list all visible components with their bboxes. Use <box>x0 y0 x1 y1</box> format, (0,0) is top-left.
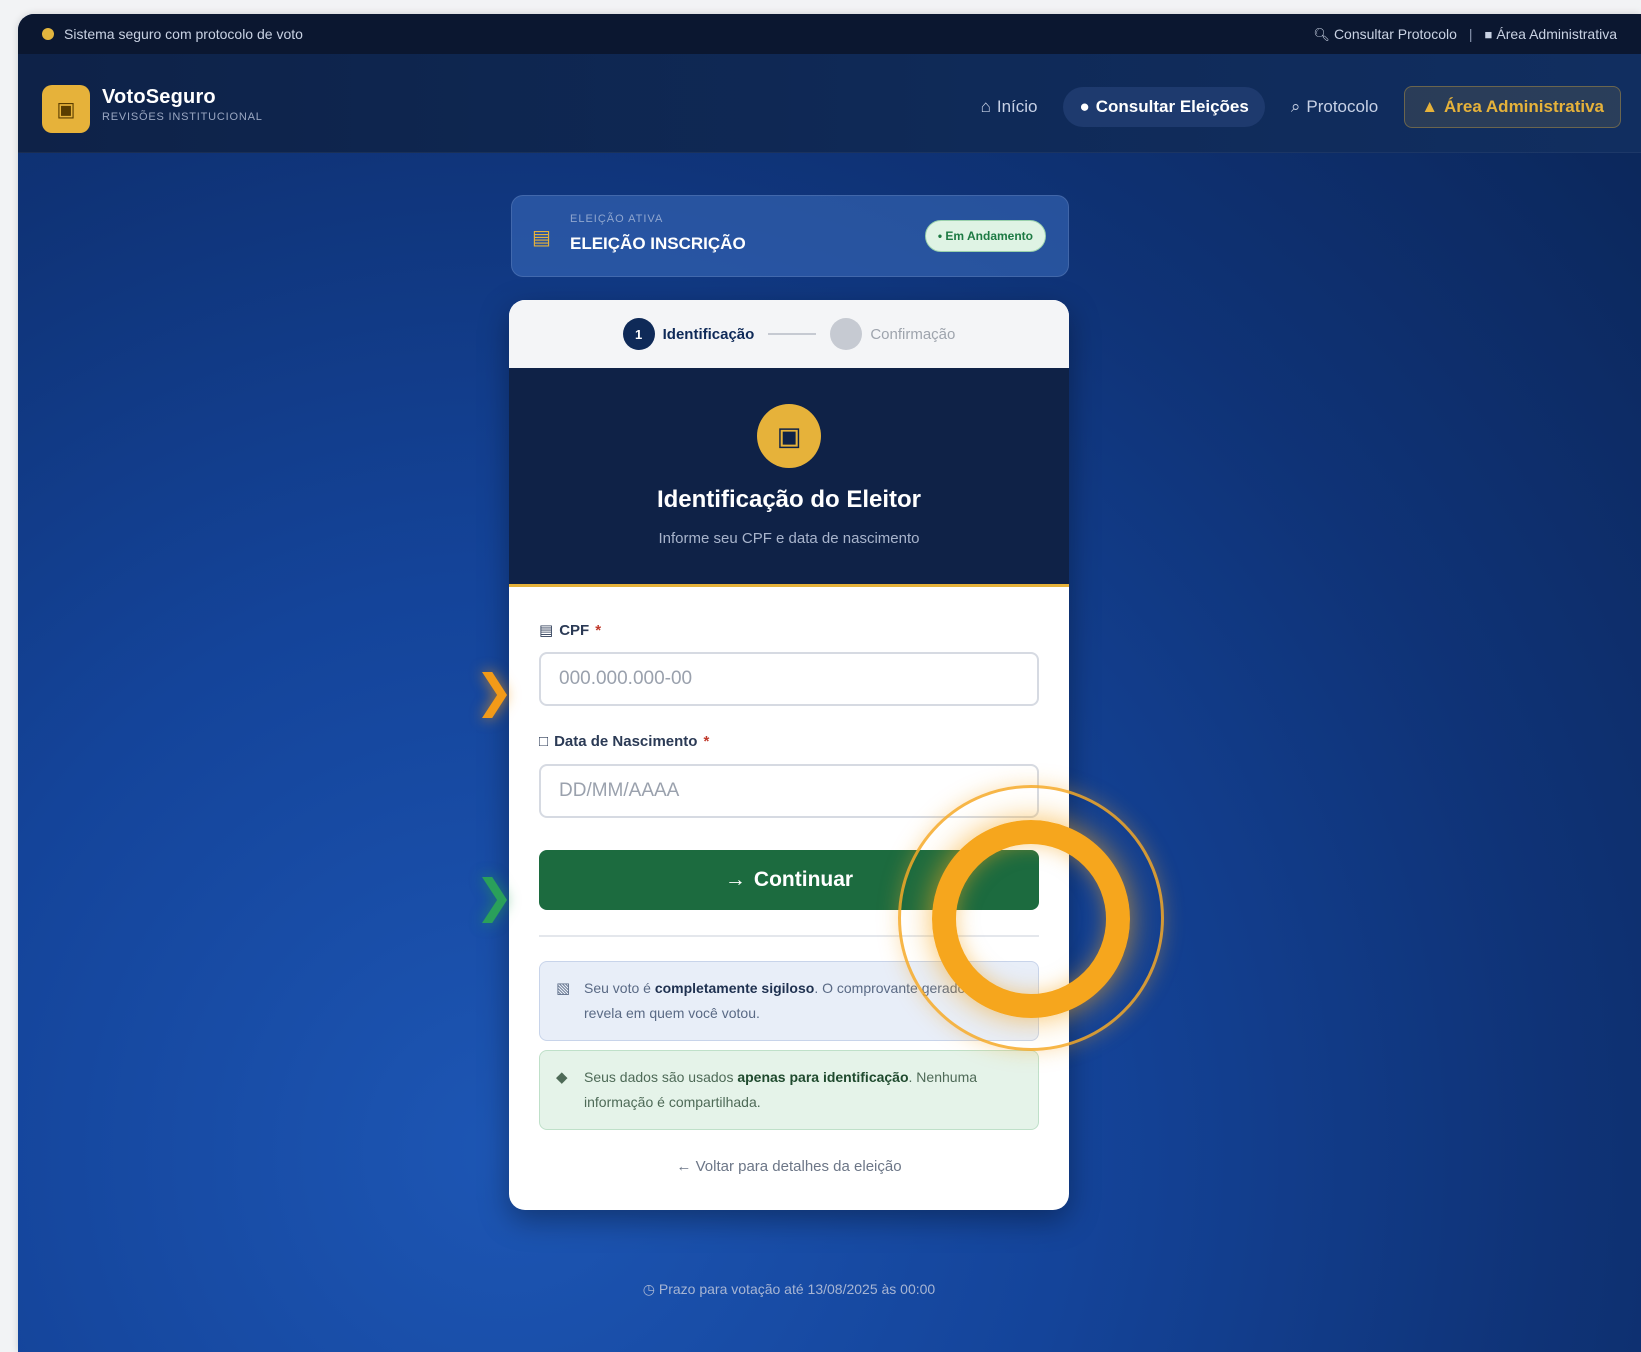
privacy-note-bold: apenas para identificação <box>737 1069 909 1085</box>
security-notice: Sistema seguro com protocolo de voto <box>18 26 303 42</box>
election-banner: ▤ ELEIÇÃO ATIVA ELEIÇÃO INSCRIÇÃO • Em A… <box>511 195 1069 277</box>
nav-protocol-label: Protocolo <box>1306 97 1379 116</box>
shield-icon: ◆ <box>556 1069 568 1086</box>
brand-subtitle: REVISÕES INSTITUCIONAL <box>102 111 263 123</box>
cpf-input[interactable] <box>539 652 1039 706</box>
main-nav: ⌂ Início ● Consultar Eleições ⌕ Protocolo ▲… <box>965 86 1621 128</box>
arrow-left-icon: ← <box>676 1158 692 1175</box>
security-notice-text: Sistema seguro com protocolo de voto <box>64 26 303 42</box>
lock-icon: ▧ <box>556 980 571 997</box>
consult-protocol-link[interactable]: 🔍︎ Consultar Protocolo <box>1313 26 1456 43</box>
secrecy-note-text: Seu voto é <box>584 980 655 996</box>
cpf-label: ▤ CPF * <box>539 621 602 640</box>
id-card-icon: ▣ <box>757 404 821 468</box>
pin-icon: ● <box>1079 97 1090 116</box>
arrow-right-icon: → <box>724 868 746 891</box>
secrecy-note-bold: completamente sigiloso <box>654 980 815 996</box>
brand[interactable]: VotoSeguro REVISÕES INSTITUCIONAL <box>102 86 263 123</box>
nav-admin-label: Área Administrativa <box>1444 97 1604 116</box>
card-title: Identificação do Eleitor <box>656 486 922 513</box>
step-label: Confirmação <box>870 325 956 343</box>
nav-protocol[interactable]: ⌕ Protocolo <box>1275 87 1394 127</box>
election-title: ELEIÇÃO INSCRIÇÃO <box>570 234 746 253</box>
step-connector <box>768 333 817 335</box>
home-icon: ⌂ <box>980 97 991 116</box>
back-link[interactable]: ← Voltar para detalhes da eleição <box>509 1158 1069 1175</box>
deadline-text: Prazo para votação até 13/08/2025 às 00:… <box>658 1281 936 1297</box>
search-icon: ⌕ <box>1290 97 1301 116</box>
card-subtitle: Informe seu CPF e data de nascimento <box>658 530 920 547</box>
nav-consult-elections[interactable]: ● Consultar Eleições <box>1063 87 1265 127</box>
deadline-note: ◷ Prazo para votação até 13/08/2025 às 0… <box>511 1281 1067 1298</box>
privacy-note-text: Seus dados são usados <box>584 1069 738 1085</box>
identification-card: 1 Identificação 2 Confirmação ▣ Identifi… <box>509 300 1069 1210</box>
required-mark: * <box>595 621 602 639</box>
admin-area-label: Área Administrativa <box>1496 26 1617 42</box>
step-label: Identificação <box>662 325 755 343</box>
shield-icon <box>42 28 54 40</box>
card-hero: ▣ Identificação do Eleitor Informe seu C… <box>509 368 1069 587</box>
lock-icon: ■ <box>1484 27 1493 42</box>
continue-button-label: Continuar <box>753 868 854 891</box>
nav-home-label: Início <box>996 97 1038 116</box>
required-mark: * <box>703 733 710 750</box>
click-highlight-target <box>932 820 1130 1018</box>
main-header: ▣ VotoSeguro REVISÕES INSTITUCIONAL ⌂ Iní… <box>18 54 1641 153</box>
election-caption: ELEIÇÃO ATIVA <box>570 213 664 225</box>
brand-name: VotoSeguro <box>102 86 216 108</box>
nav-consult-elections-label: Consultar Eleições <box>1095 97 1249 116</box>
stepper: 1 Identificação 2 Confirmação <box>509 300 1069 368</box>
nav-admin[interactable]: ▲ Área Administrativa <box>1404 86 1621 128</box>
back-link-label: Voltar para detalhes da eleição <box>695 1158 902 1175</box>
step-identification: 1 Identificação <box>622 318 755 350</box>
birth-date-label: □ Data de Nascimento * <box>539 733 709 750</box>
step-confirmation: 2 Confirmação <box>830 318 955 350</box>
chevron-right-icon: ❯ <box>475 665 514 717</box>
separator: | <box>1468 26 1473 42</box>
id-icon: ▤ <box>539 622 554 639</box>
consult-protocol-label: Consultar Protocolo <box>1333 25 1457 42</box>
top-strip: Sistema seguro com protocolo de voto 🔍︎ C… <box>18 14 1641 54</box>
privacy-note: ◆ Seus dados são usados apenas para iden… <box>539 1050 1039 1130</box>
cpf-label-text: CPF <box>559 621 590 639</box>
admin-area-link[interactable]: ■ Área Administrativa <box>1485 26 1617 42</box>
birth-date-label-text: Data de Nascimento <box>554 733 698 750</box>
search-icon: 🔍︎ <box>1313 26 1330 42</box>
step-number: 2 <box>830 318 863 350</box>
nav-home[interactable]: ⌂ Início <box>965 87 1054 127</box>
chevron-right-icon: ❯ <box>475 870 514 922</box>
clock-icon: ◷ <box>642 1281 655 1297</box>
ballot-icon: ▤ <box>532 227 551 249</box>
calendar-icon: □ <box>539 733 549 750</box>
step-number: 1 <box>622 318 655 350</box>
status-badge: • Em Andamento <box>924 220 1046 252</box>
ballot-box-icon[interactable]: ▣ <box>42 85 90 133</box>
admin-icon: ▲ <box>1421 97 1439 116</box>
